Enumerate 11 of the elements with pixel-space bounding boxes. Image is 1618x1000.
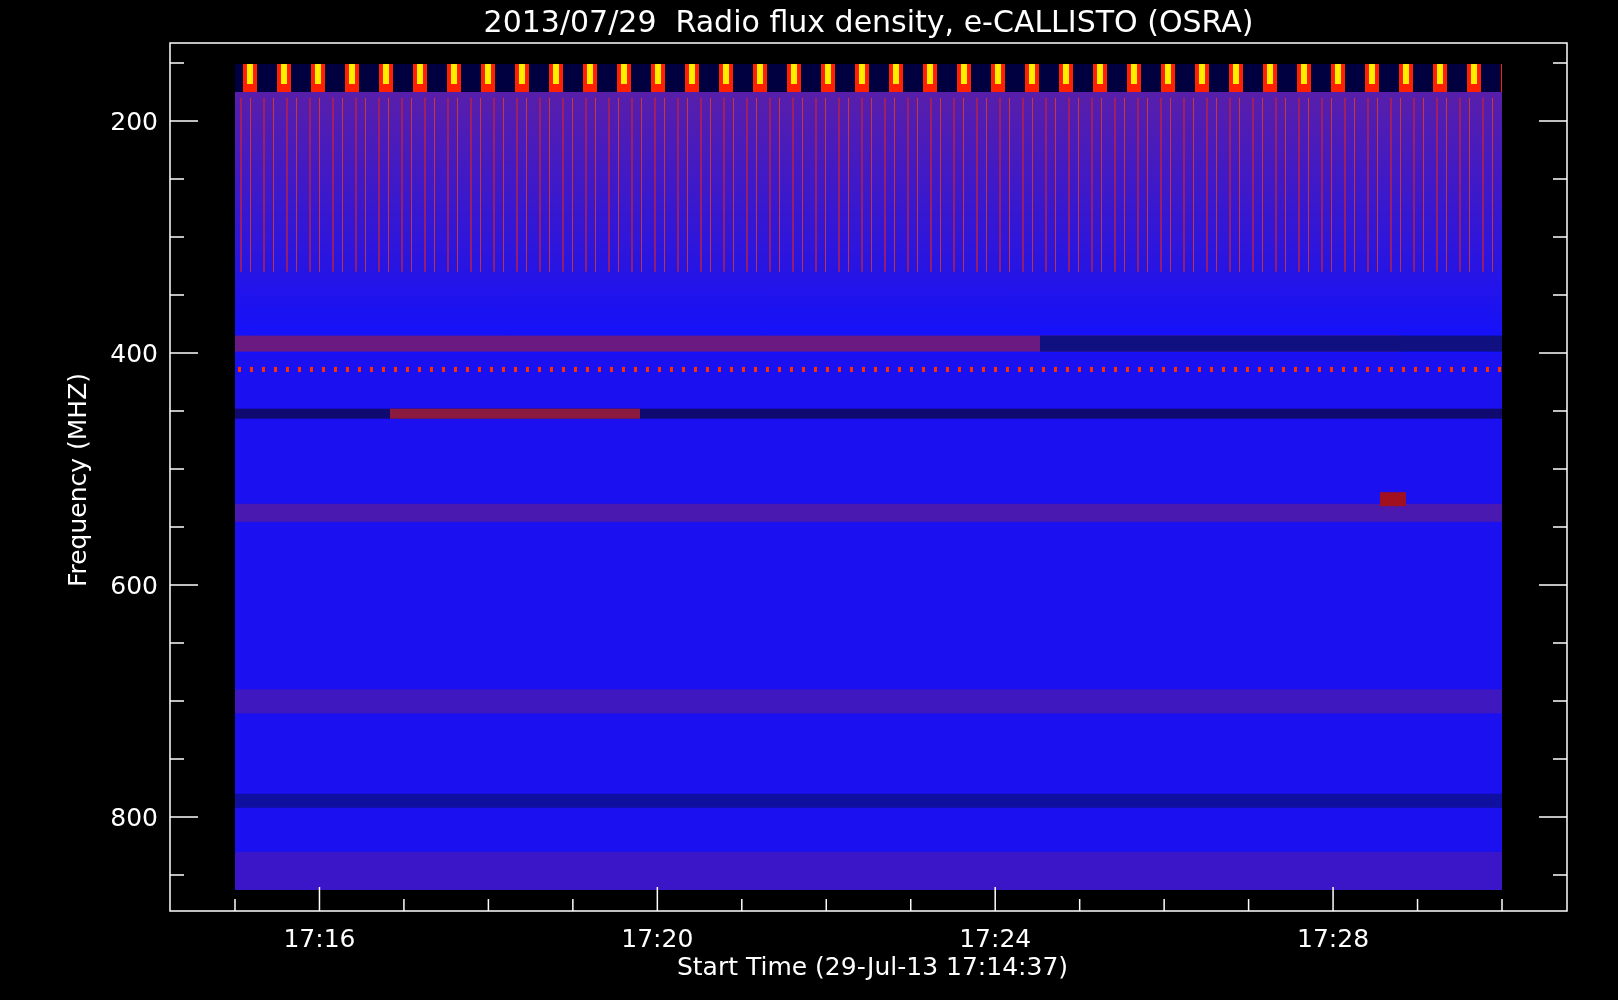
y-axis-label: Frequency (MHZ) xyxy=(63,372,92,588)
x-axis-label: Start Time (29-Jul-13 17:14:37) xyxy=(676,952,1069,981)
x-tick-label: 17:24 xyxy=(959,924,1032,953)
x-tick-label: 17:28 xyxy=(1297,924,1370,953)
x-tick-label: 17:20 xyxy=(621,924,694,953)
y-tick-label: 800 xyxy=(110,803,158,832)
chart-title: 2013/07/29 Radio flux density, e-CALLISTO (OSRA) xyxy=(483,4,1254,39)
x-tick-label: 17:16 xyxy=(283,924,356,953)
y-tick-label: 200 xyxy=(110,107,158,136)
y-tick-label: 600 xyxy=(110,571,158,600)
y-tick-label: 400 xyxy=(110,339,158,368)
